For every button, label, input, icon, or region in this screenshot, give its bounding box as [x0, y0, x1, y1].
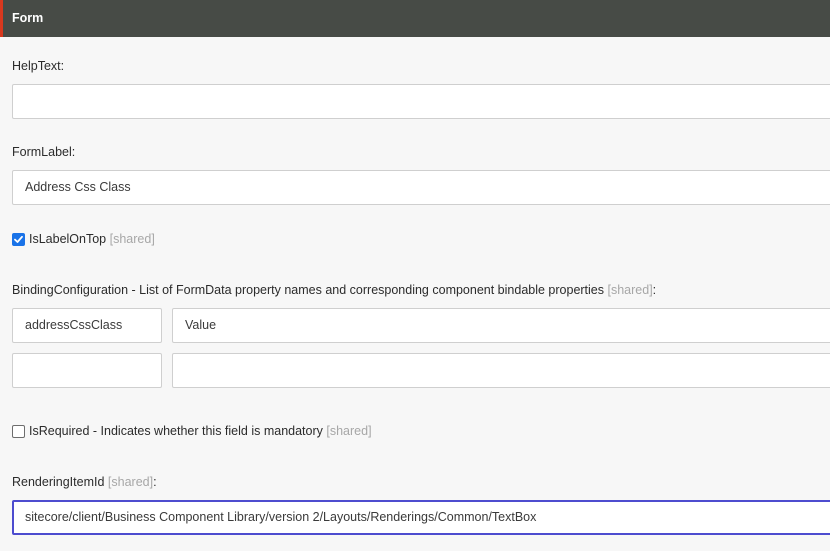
binding-key-input[interactable]: [12, 353, 162, 388]
rendering-item-id-input[interactable]: sitecore/client/Business Component Libra…: [12, 500, 830, 535]
is-required-checkbox[interactable]: [12, 425, 25, 438]
help-text-label: HelpText:: [12, 59, 65, 73]
checkmark-icon: [14, 235, 23, 243]
shared-tag: [shared]: [326, 424, 372, 438]
binding-value-input[interactable]: [172, 353, 830, 388]
shared-tag: [shared]: [109, 232, 155, 246]
binding-configuration-label: BindingConfiguration - List of FormData …: [12, 283, 657, 297]
form-label-input[interactable]: Address Css Class: [12, 170, 830, 205]
rendering-item-id-label: RenderingItemId [shared]:: [12, 475, 157, 489]
form-editor: Form HelpText: FormLabel: Address Css Cl…: [0, 0, 830, 551]
binding-key-input[interactable]: addressCssClass: [12, 308, 162, 343]
is-label-on-top-label: IsLabelOnTop [shared]: [29, 232, 155, 246]
is-label-on-top-checkbox[interactable]: [12, 233, 25, 246]
form-section-header[interactable]: Form: [0, 0, 830, 37]
form-label-label: FormLabel:: [12, 145, 76, 159]
section-title: Form: [12, 11, 44, 25]
shared-tag: [shared]: [107, 475, 154, 489]
shared-tag: [shared]: [607, 283, 653, 297]
help-text-input[interactable]: [12, 84, 830, 119]
binding-value-input[interactable]: Value: [172, 308, 830, 343]
is-required-label: IsRequired - Indicates whether this fiel…: [29, 424, 372, 438]
